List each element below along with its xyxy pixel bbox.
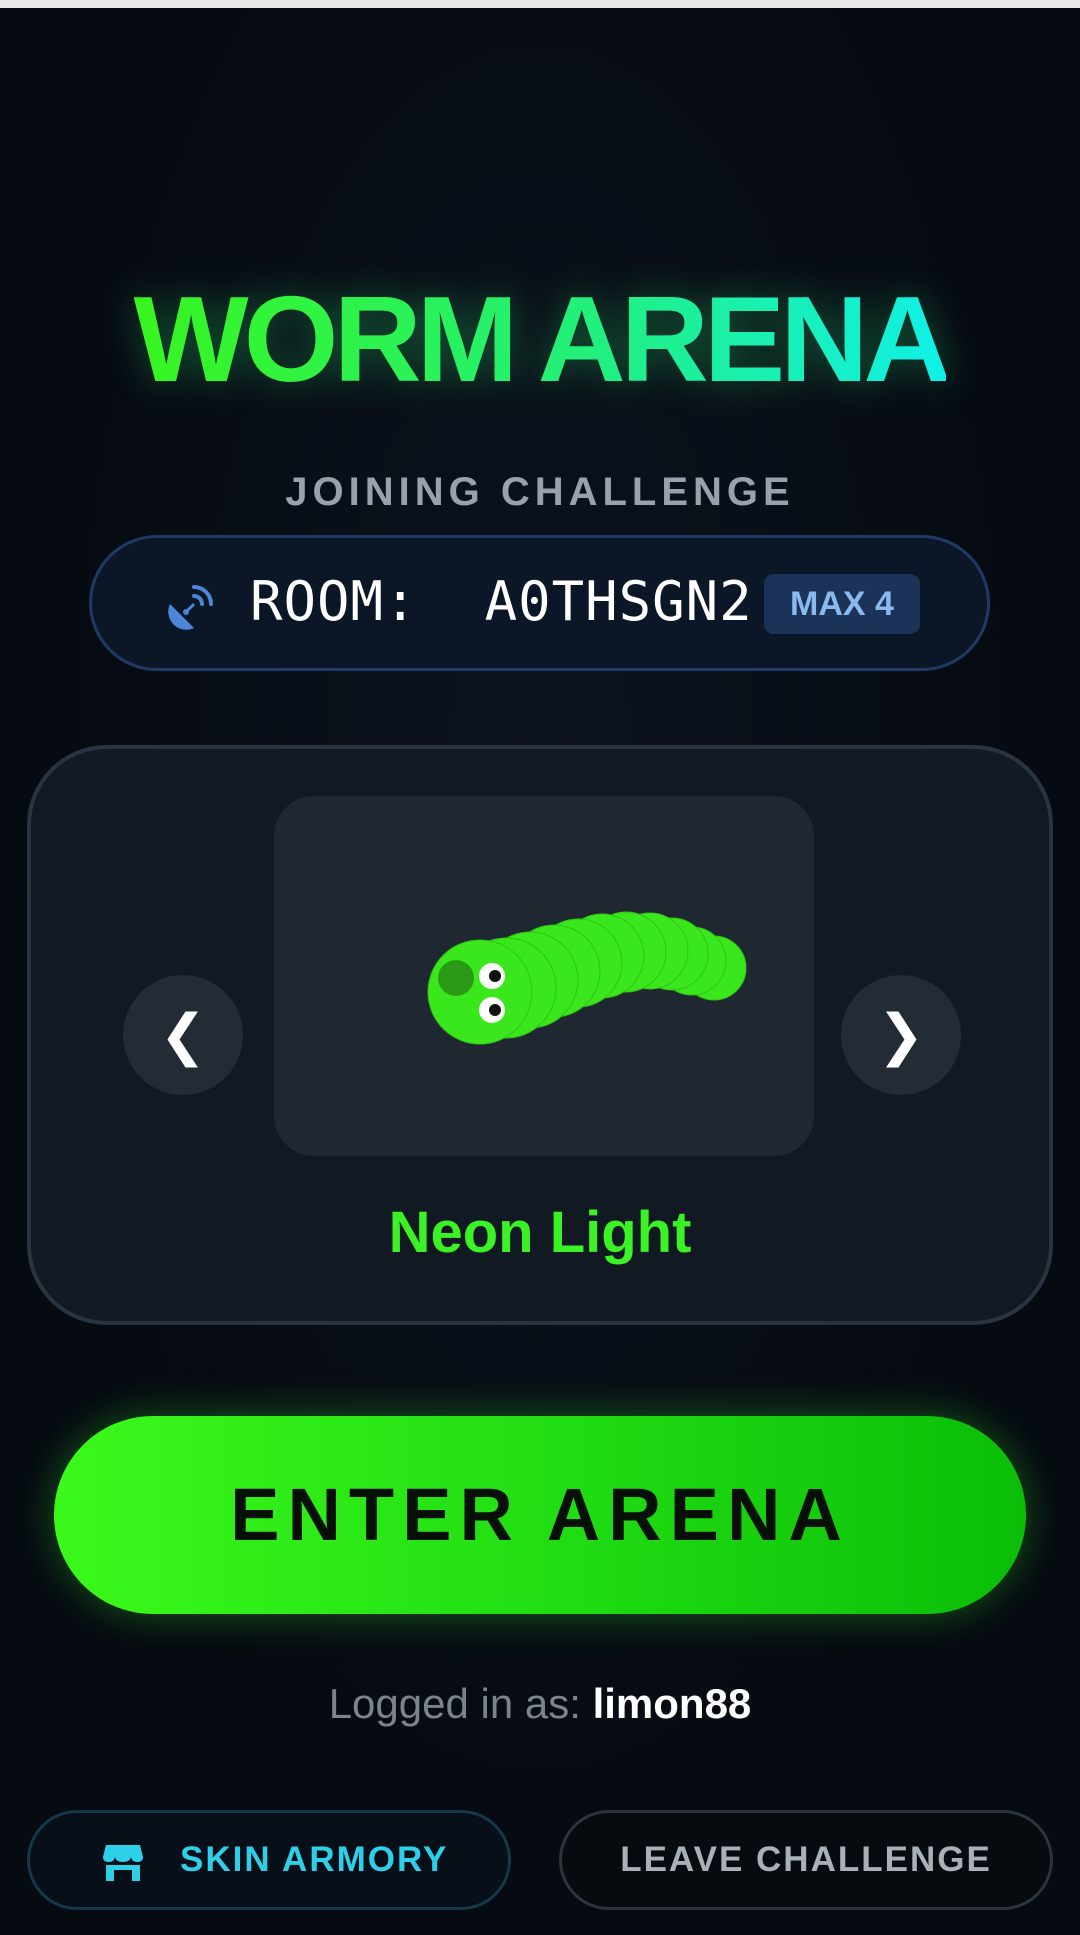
room-info-pill: ROOM: A0THSGN2 MAX 4 <box>89 535 990 671</box>
login-prefix: Logged in as: <box>328 1680 581 1727</box>
previous-skin-button[interactable]: ❮ <box>123 975 243 1095</box>
skin-preview <box>274 796 814 1156</box>
login-status: Logged in as: limon88 <box>0 1680 1080 1728</box>
leave-challenge-button[interactable]: LEAVE CHALLENGE <box>559 1810 1053 1910</box>
status-divider <box>0 0 1080 8</box>
next-skin-button[interactable]: ❯ <box>841 975 961 1095</box>
room-code: ROOM: A0THSGN2 <box>250 570 753 633</box>
worm-skin-image <box>427 911 747 1045</box>
skin-armory-label: SKIN ARMORY <box>180 1840 449 1879</box>
max-players-badge: MAX 4 <box>764 574 920 634</box>
skin-armory-button[interactable]: SKIN ARMORY <box>27 1810 511 1910</box>
username: limon88 <box>592 1680 752 1727</box>
skin-selector-card: ❮ ❯ Neon Light <box>27 745 1053 1325</box>
enter-arena-button[interactable]: ENTER ARENA <box>54 1416 1026 1614</box>
page-subtitle: JOINING CHALLENGE <box>285 470 795 514</box>
game-title: WORM ARENA <box>133 271 952 407</box>
satellite-dish-icon <box>168 585 213 630</box>
store-icon <box>103 1845 143 1881</box>
skin-name: Neon Light <box>388 1200 692 1265</box>
